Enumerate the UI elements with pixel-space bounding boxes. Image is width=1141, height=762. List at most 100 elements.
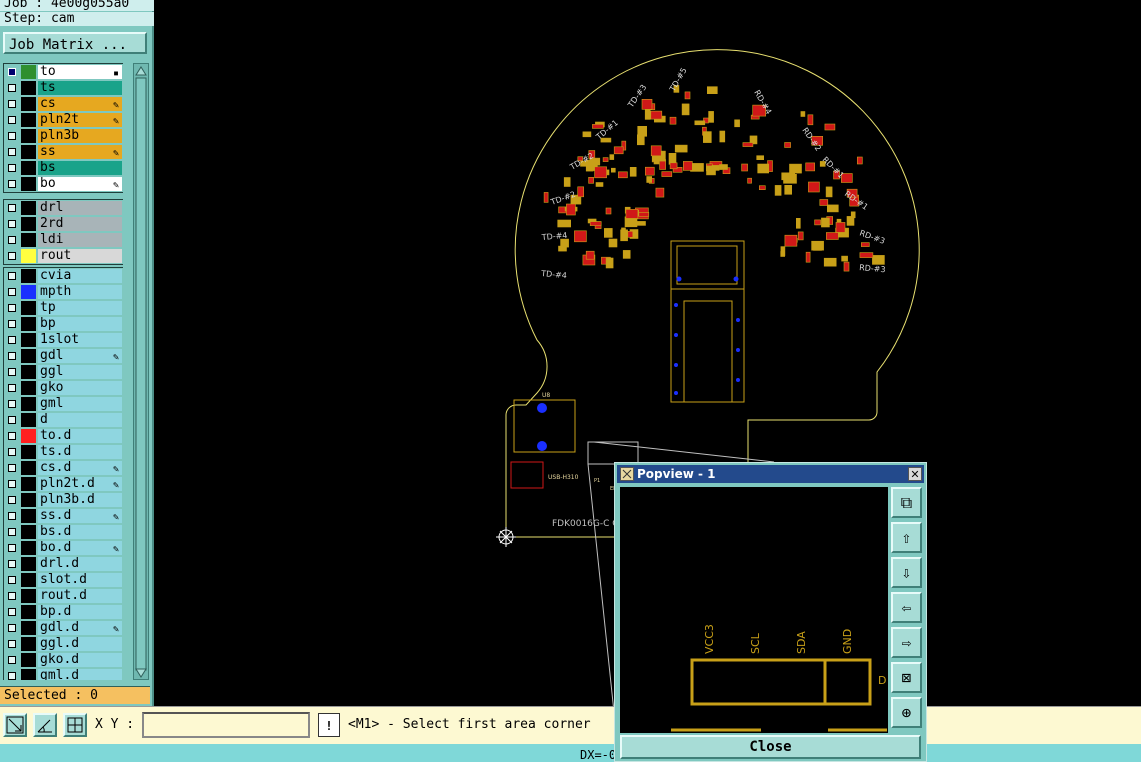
layer-color-swatch[interactable] <box>21 525 36 539</box>
layer-checkbox[interactable] <box>8 416 16 424</box>
move-left-button[interactable]: ⇦ <box>891 592 922 623</box>
layer-checkbox[interactable] <box>8 336 16 344</box>
layer-row[interactable]: gml <box>4 396 123 412</box>
layer-color-swatch[interactable] <box>21 461 36 475</box>
layer-checkbox[interactable] <box>8 464 16 472</box>
layer-name[interactable]: slot.d <box>38 573 122 587</box>
layer-row[interactable]: rout <box>4 248 123 264</box>
layer-checkbox[interactable] <box>8 68 16 76</box>
layer-color-swatch[interactable] <box>21 161 36 175</box>
layer-row[interactable]: drl <box>4 200 123 216</box>
layer-name[interactable]: ts.d <box>38 445 122 459</box>
layer-checkbox[interactable] <box>8 148 16 156</box>
layer-color-swatch[interactable] <box>21 653 36 667</box>
layer-checkbox[interactable] <box>8 448 16 456</box>
layer-checkbox[interactable] <box>8 288 16 296</box>
layer-row[interactable]: ss ✎ <box>4 144 123 160</box>
layer-color-swatch[interactable] <box>21 493 36 507</box>
layer-row[interactable]: ts <box>4 80 123 96</box>
zoom-out-button[interactable]: ⊠ <box>891 662 922 693</box>
job-matrix-button[interactable]: Job Matrix ... <box>3 32 147 54</box>
snap-button[interactable] <box>3 713 27 737</box>
layer-checkbox[interactable] <box>8 384 16 392</box>
layer-checkbox[interactable] <box>8 544 16 552</box>
layer-name[interactable]: ggl <box>38 365 122 379</box>
layer-color-swatch[interactable] <box>21 201 36 215</box>
layer-row[interactable]: mpth <box>4 284 123 300</box>
layer-color-swatch[interactable] <box>21 557 36 571</box>
popview-canvas[interactable]: D VCC3 SCL SDA GND <box>620 487 888 733</box>
layer-name[interactable]: d <box>38 413 122 427</box>
layer-name[interactable]: gdl ✎ <box>38 349 122 363</box>
layer-color-swatch[interactable] <box>21 413 36 427</box>
layer-name[interactable]: bs.d <box>38 525 122 539</box>
layer-checkbox[interactable] <box>8 608 16 616</box>
layer-row[interactable]: pln3b <box>4 128 123 144</box>
layer-row[interactable]: gml.d <box>4 668 123 680</box>
layer-name[interactable]: drl <box>38 201 122 215</box>
layer-checkbox[interactable] <box>8 180 16 188</box>
layer-color-swatch[interactable] <box>21 365 36 379</box>
layer-row[interactable]: bs <box>4 160 123 176</box>
layer-name[interactable]: tp <box>38 301 122 315</box>
layer-row[interactable]: cvia <box>4 268 123 284</box>
layer-name[interactable]: bo ✎ <box>38 177 122 191</box>
layer-color-swatch[interactable] <box>21 637 36 651</box>
layer-row[interactable]: 1slot <box>4 332 123 348</box>
layer-row[interactable]: ldi <box>4 232 123 248</box>
layer-color-swatch[interactable] <box>21 97 36 111</box>
layer-row[interactable]: ts.d <box>4 444 123 460</box>
layer-name[interactable]: bo.d ✎ <box>38 541 122 555</box>
layer-color-swatch[interactable] <box>21 81 36 95</box>
layer-name[interactable]: cs ✎ <box>38 97 122 111</box>
layer-color-swatch[interactable] <box>21 397 36 411</box>
layer-row[interactable]: slot.d <box>4 572 123 588</box>
zoom-in-button[interactable]: ⊕ <box>891 697 922 728</box>
layer-scrollbar[interactable] <box>133 63 149 680</box>
layer-row[interactable]: gko <box>4 380 123 396</box>
layer-row[interactable]: drl.d <box>4 556 123 572</box>
layer-row[interactable]: pln2t ✎ <box>4 112 123 128</box>
layer-row[interactable]: ggl <box>4 364 123 380</box>
layer-row[interactable]: d <box>4 412 123 428</box>
layer-color-swatch[interactable] <box>21 333 36 347</box>
layer-color-swatch[interactable] <box>21 429 36 443</box>
popview-titlebar[interactable]: Popview - 1 ✕ <box>617 465 924 483</box>
layer-checkbox[interactable] <box>8 352 16 360</box>
move-up-button[interactable]: ⇧ <box>891 522 922 553</box>
move-down-button[interactable]: ⇩ <box>891 557 922 588</box>
layer-name[interactable]: ss.d ✎ <box>38 509 122 523</box>
layer-name[interactable]: ss ✎ <box>38 145 122 159</box>
layer-color-swatch[interactable] <box>21 621 36 635</box>
layer-checkbox[interactable] <box>8 432 16 440</box>
layer-name[interactable]: ts <box>38 81 122 95</box>
layer-row[interactable]: ss.d ✎ <box>4 508 123 524</box>
layer-checkbox[interactable] <box>8 592 16 600</box>
popview-close-button[interactable]: Close <box>620 735 921 759</box>
layer-color-swatch[interactable] <box>21 129 36 143</box>
layer-row[interactable]: bp <box>4 316 123 332</box>
layer-name[interactable]: gdl.d ✎ <box>38 621 122 635</box>
layer-color-swatch[interactable] <box>21 65 36 79</box>
layer-name[interactable]: 2rd <box>38 217 122 231</box>
layer-checkbox[interactable] <box>8 100 16 108</box>
layer-name[interactable]: 1slot <box>38 333 122 347</box>
layer-checkbox[interactable] <box>8 496 16 504</box>
layer-row[interactable]: to ▪ <box>4 64 123 80</box>
layer-name[interactable]: ggl.d <box>38 637 122 651</box>
move-right-button[interactable]: ⇨ <box>891 627 922 658</box>
layer-name[interactable]: ldi <box>38 233 122 247</box>
layer-name[interactable]: pln2t.d ✎ <box>38 477 122 491</box>
layer-checkbox[interactable] <box>8 624 16 632</box>
layer-row[interactable]: gko.d <box>4 652 123 668</box>
layer-row[interactable]: gdl.d ✎ <box>4 620 123 636</box>
layer-row[interactable]: cs ✎ <box>4 96 123 112</box>
layer-name[interactable]: pln2t ✎ <box>38 113 122 127</box>
layer-color-swatch[interactable] <box>21 177 36 191</box>
layer-name[interactable]: bp.d <box>38 605 122 619</box>
layer-row[interactable]: bo.d ✎ <box>4 540 123 556</box>
layer-checkbox[interactable] <box>8 400 16 408</box>
layer-name[interactable]: cs.d ✎ <box>38 461 122 475</box>
layer-checkbox[interactable] <box>8 640 16 648</box>
layer-checkbox[interactable] <box>8 84 16 92</box>
